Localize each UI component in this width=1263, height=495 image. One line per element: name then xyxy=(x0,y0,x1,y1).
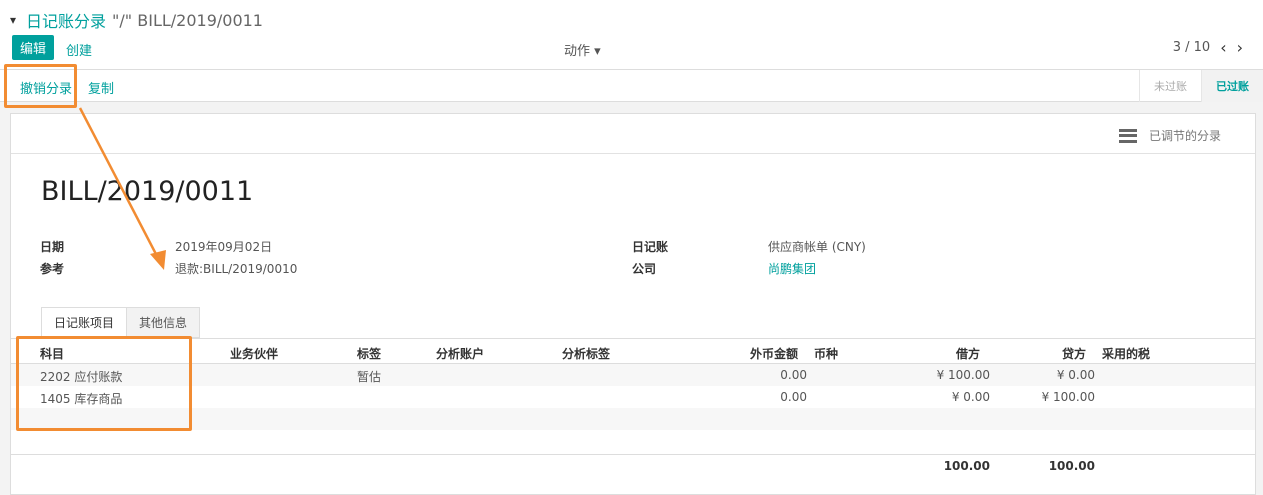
reconciled-entries-label: 已调节的分录 xyxy=(1148,129,1221,143)
annotation-box-accounts xyxy=(16,336,192,431)
cell-debit: ¥ 0.00 xyxy=(951,390,990,404)
total-credit: 100.00 xyxy=(1048,459,1095,473)
col-label[interactable]: 标签 xyxy=(357,345,381,362)
col-taxes[interactable]: 采用的税 xyxy=(1102,345,1150,362)
cell-amount-currency: 0.00 xyxy=(780,368,807,382)
state-posted[interactable]: 已过账 xyxy=(1201,70,1263,102)
duplicate-button[interactable]: 复制 xyxy=(88,78,114,97)
date-value: 2019年09月02日 xyxy=(175,240,273,254)
chevron-down-icon[interactable]: ▾ xyxy=(10,13,16,27)
col-analytic-account[interactable]: 分析账户 xyxy=(436,345,484,362)
form-sheet: 已调节的分录 BILL/2019/0011 日期 2019年09月02日 参考 … xyxy=(10,113,1256,495)
breadcrumb: ▾ 日记账分录 "/" BILL/2019/0011 xyxy=(10,8,263,32)
pager-value[interactable]: 3 / 10 xyxy=(1173,40,1210,55)
date-label: 日期 xyxy=(40,240,65,254)
status-bar: 撤销分录 复制 未过账 已过账 xyxy=(0,70,1263,102)
list-icon xyxy=(1118,128,1137,143)
company-label: 公司 xyxy=(632,262,657,276)
edit-button[interactable]: 编辑 xyxy=(12,35,54,60)
breadcrumb-link[interactable]: 日记账分录 xyxy=(26,8,106,32)
reconciled-entries-button[interactable]: 已调节的分录 xyxy=(1118,127,1221,144)
table-row[interactable]: 2202 应付账款 暂估 0.00 ¥ 100.00 ¥ 0.00 xyxy=(11,364,1255,386)
journal-value: 供应商帐单 (CNY) xyxy=(768,240,866,254)
col-analytic-tags[interactable]: 分析标签 xyxy=(562,345,610,362)
tab-journal-items[interactable]: 日记账项目 xyxy=(41,307,128,338)
create-button[interactable]: 创建 xyxy=(66,40,92,59)
ref-value: 退款:BILL/2019/0010 xyxy=(175,262,298,276)
cell-debit: ¥ 100.00 xyxy=(936,368,990,382)
total-debit: 100.00 xyxy=(943,459,990,473)
journal-label: 日记账 xyxy=(632,240,669,254)
col-partner[interactable]: 业务伙伴 xyxy=(230,345,278,362)
notebook-tabs: 日记账项目 其他信息 xyxy=(41,307,201,338)
annotation-box-reverse xyxy=(4,64,77,108)
ref-label: 参考 xyxy=(40,262,65,276)
cell-amount-currency: 0.00 xyxy=(780,390,807,404)
cell-label: 暂估 xyxy=(357,370,382,384)
page-title: BILL/2019/0011 xyxy=(41,176,254,207)
company-link[interactable]: 尚鹏集团 xyxy=(768,260,816,277)
button-box: 已调节的分录 xyxy=(11,114,1255,154)
pager: 3 / 10 ‹ › xyxy=(1173,38,1243,57)
cell-credit: ¥ 100.00 xyxy=(1041,390,1095,404)
col-currency[interactable]: 币种 xyxy=(814,345,838,362)
previous-icon[interactable]: ‹ xyxy=(1220,38,1226,57)
next-icon[interactable]: › xyxy=(1237,38,1243,57)
breadcrumb-current: "/" BILL/2019/0011 xyxy=(112,10,263,30)
col-credit[interactable]: 贷方 xyxy=(1062,345,1086,362)
state-draft[interactable]: 未过账 xyxy=(1139,70,1201,102)
table-footer: 100.00 100.00 xyxy=(11,454,1255,484)
table-header: 科目 业务伙伴 标签 分析账户 分析标签 外币金额 币种 借方 贷方 采用的税 xyxy=(11,338,1255,364)
tab-other-info[interactable]: 其他信息 xyxy=(126,307,201,338)
actions-dropdown[interactable]: 动作 ▾ xyxy=(564,40,601,59)
col-amount-currency[interactable]: 外币金额 xyxy=(750,345,798,362)
control-panel: ▾ 日记账分录 "/" BILL/2019/0011 编辑 创建 动作 ▾ 3 … xyxy=(0,0,1263,70)
cell-credit: ¥ 0.00 xyxy=(1056,368,1095,382)
state-pipeline: 未过账 已过账 xyxy=(1139,70,1263,102)
table-row[interactable]: 1405 库存商品 0.00 ¥ 0.00 ¥ 100.00 xyxy=(11,386,1255,408)
col-debit[interactable]: 借方 xyxy=(956,345,980,362)
table-row-empty xyxy=(11,408,1255,430)
